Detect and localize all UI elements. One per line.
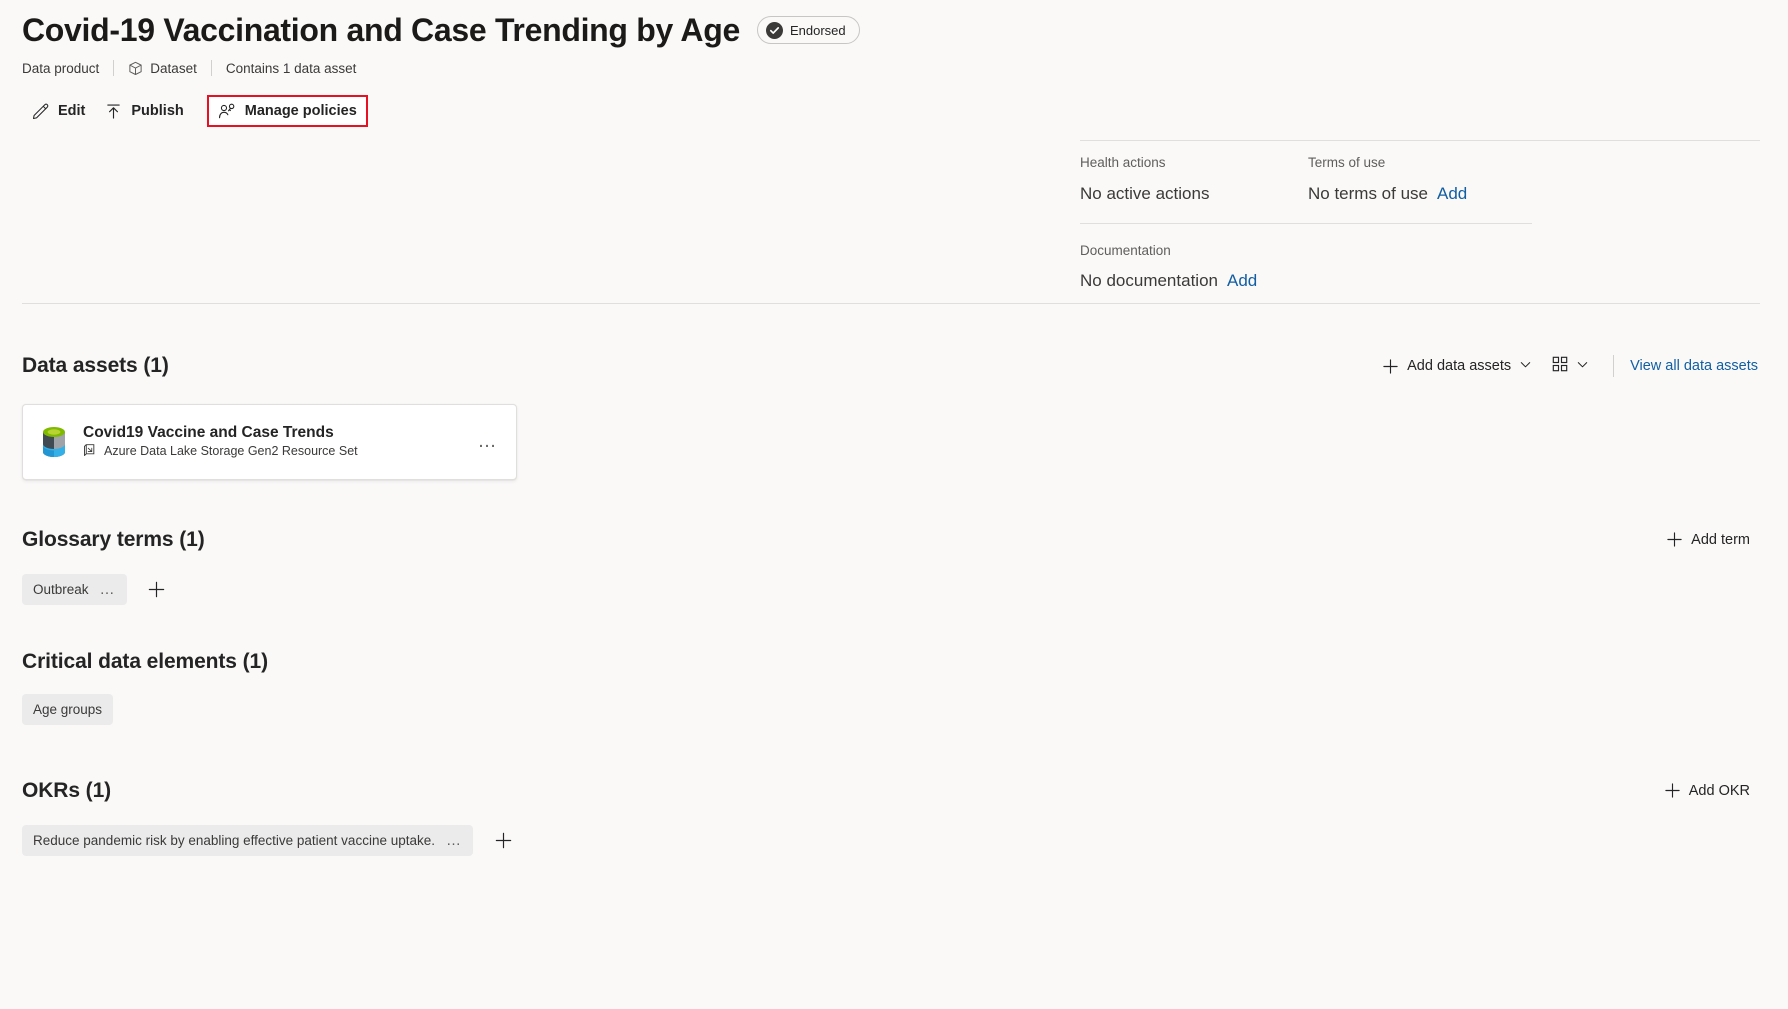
info-panel-top-divider: [1080, 140, 1760, 141]
add-terms-of-use-link[interactable]: Add: [1437, 183, 1467, 204]
health-actions-label: Health actions: [1080, 155, 1166, 170]
data-product-page: Covid-19 Vaccination and Case Trending b…: [0, 0, 1788, 1009]
resource-set-icon: [83, 443, 97, 460]
health-actions-value: No active actions: [1080, 183, 1308, 204]
manage-policies-label: Manage policies: [244, 103, 357, 119]
view-all-data-assets-link[interactable]: View all data assets: [1628, 352, 1760, 380]
glossary-term-label: Outbreak: [33, 582, 89, 597]
breadcrumb-type-label: Dataset: [150, 60, 197, 76]
chevron-down-icon: [1519, 358, 1532, 375]
actions-divider: [1613, 355, 1615, 377]
info-row-primary: Health actions No active actions Terms o…: [1080, 140, 1600, 204]
critical-data-elements-header: Critical data elements (1): [22, 650, 1760, 674]
add-okr-inline-button[interactable]: [487, 825, 519, 856]
command-bar: Edit Publish Manage policies: [0, 94, 1788, 128]
info-panel: Health actions No active actions Terms o…: [1080, 140, 1760, 292]
breadcrumb-contains: Contains 1 data asset: [225, 60, 357, 76]
okrs-title: OKRs (1): [22, 778, 112, 802]
chevron-down-icon-view: [1576, 358, 1589, 375]
publish-button[interactable]: Publish: [95, 95, 193, 127]
okrs-header: OKRs (1) Add OKR: [22, 776, 1760, 805]
grid-view-icon: [1552, 356, 1568, 376]
breadcrumb-divider: [113, 60, 115, 76]
azure-data-lake-icon: [39, 425, 69, 459]
glossary-terms-list: Outbreak …: [22, 574, 1760, 605]
status-badge-endorsed[interactable]: Endorsed: [756, 16, 860, 44]
page-title: Covid-19 Vaccination and Case Trending b…: [22, 12, 740, 48]
data-assets-title: Data assets (1): [22, 354, 169, 377]
okr-label: Reduce pandemic risk by enabling effecti…: [33, 833, 435, 848]
data-assets-section: Data assets (1) Add data assets View all…: [22, 350, 1760, 480]
data-assets-actions: Add data assets View all data assets: [1372, 350, 1760, 382]
page-header: Covid-19 Vaccination and Case Trending b…: [0, 0, 1788, 76]
breadcrumb-divider-2: [210, 60, 212, 76]
add-okr-label: Add OKR: [1688, 782, 1750, 799]
plus-icon: [1382, 358, 1399, 375]
critical-data-elements-section: Critical data elements (1) Age groups: [22, 650, 1760, 725]
terms-of-use-value: No terms of use Add: [1308, 183, 1600, 204]
okrs-list: Reduce pandemic risk by enabling effecti…: [22, 825, 1760, 856]
section-divider: [22, 303, 1760, 304]
add-glossary-term-inline-button[interactable]: [141, 574, 173, 605]
cube-icon: [128, 61, 143, 76]
documentation-block: Documentation No documentation Add: [1080, 224, 1600, 292]
title-row: Covid-19 Vaccination and Case Trending b…: [22, 10, 1788, 50]
critical-data-elements-title: Critical data elements (1): [22, 650, 268, 673]
data-asset-name: Covid19 Vaccine and Case Trends: [83, 424, 334, 442]
okr-chip[interactable]: Reduce pandemic risk by enabling effecti…: [22, 825, 474, 856]
breadcrumb-type: Dataset: [128, 61, 197, 76]
endorsed-label: Endorsed: [789, 22, 846, 38]
critical-data-elements-list: Age groups: [22, 694, 1760, 725]
add-term-label: Add term: [1691, 531, 1750, 548]
data-asset-more-button[interactable]: …: [474, 432, 503, 451]
edit-button[interactable]: Edit: [22, 95, 95, 127]
terms-of-use-label: Terms of use: [1308, 155, 1386, 170]
publish-label: Publish: [131, 103, 184, 119]
glossary-term-chip[interactable]: Outbreak …: [22, 574, 127, 605]
data-asset-type: Azure Data Lake Storage Gen2 Resource Se…: [83, 443, 474, 460]
pencil-icon: [32, 103, 49, 120]
critical-data-element-chip[interactable]: Age groups: [22, 694, 114, 725]
edit-label: Edit: [58, 103, 86, 119]
terms-of-use-text: No terms of use: [1308, 183, 1428, 203]
add-okr-button[interactable]: Add OKR: [1654, 776, 1760, 805]
check-circle-icon: [765, 21, 783, 39]
plus-icon-okr: [1664, 782, 1681, 799]
add-data-assets-label: Add data assets: [1407, 358, 1512, 374]
add-documentation-link[interactable]: Add: [1227, 270, 1257, 291]
person-key-icon: [218, 103, 236, 120]
breadcrumb-kind: Data product: [22, 60, 100, 76]
glossary-terms-section: Glossary terms (1) Add term Outbreak …: [22, 525, 1760, 605]
health-actions-block: Health actions No active actions: [1080, 154, 1308, 204]
documentation-label: Documentation: [1080, 242, 1171, 258]
glossary-term-more-button[interactable]: …: [100, 582, 116, 597]
terms-of-use-block: Terms of use No terms of use Add: [1308, 154, 1600, 204]
okrs-section: OKRs (1) Add OKR Reduce pandemic risk by…: [22, 776, 1760, 856]
data-asset-text: Covid19 Vaccine and Case Trends Azure Da…: [83, 424, 474, 460]
data-asset-type-label: Azure Data Lake Storage Gen2 Resource Se…: [104, 444, 358, 459]
publish-arrow-icon: [105, 103, 122, 120]
critical-data-element-label: Age groups: [33, 702, 103, 717]
add-term-button[interactable]: Add term: [1656, 525, 1760, 554]
health-actions-text: No active actions: [1080, 183, 1210, 203]
documentation-text: No documentation: [1080, 271, 1218, 291]
breadcrumb: Data product Dataset Contains 1 data ass…: [22, 60, 1788, 76]
documentation-value: No documentation Add: [1080, 270, 1600, 291]
glossary-terms-title: Glossary terms (1): [22, 527, 205, 551]
okr-more-button[interactable]: …: [446, 833, 462, 848]
data-asset-card[interactable]: Covid19 Vaccine and Case Trends Azure Da…: [22, 404, 517, 480]
view-mode-button[interactable]: [1542, 350, 1599, 382]
plus-icon-term: [1666, 531, 1683, 548]
data-assets-header: Data assets (1) Add data assets View all…: [22, 350, 1760, 382]
glossary-terms-header: Glossary terms (1) Add term: [22, 525, 1760, 554]
add-data-assets-button[interactable]: Add data assets: [1372, 352, 1542, 381]
manage-policies-button[interactable]: Manage policies: [206, 95, 368, 127]
